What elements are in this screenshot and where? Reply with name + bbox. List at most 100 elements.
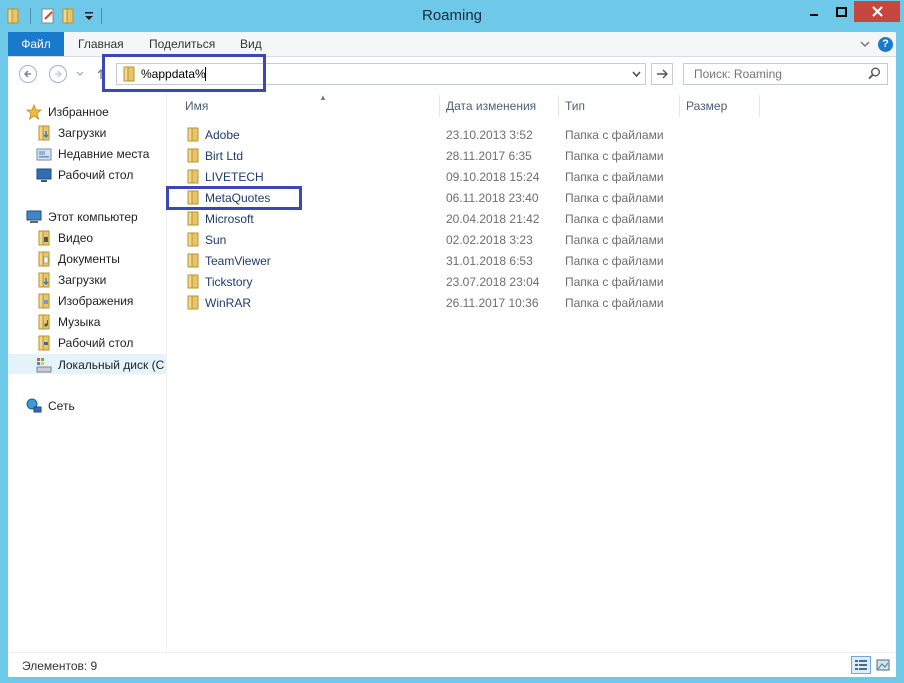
computer-icon: [26, 209, 42, 225]
file-date: 09.10.2018 15:24: [446, 170, 540, 184]
column-header-label: Тип: [565, 99, 586, 113]
file-type: Папка с файлами: [565, 275, 664, 289]
table-row[interactable]: WinRAR 26.11.2017 10:36 Папка с файлами: [167, 292, 727, 313]
file-name: Tickstory: [205, 275, 253, 289]
sidebar-item-network[interactable]: Сеть: [26, 396, 75, 416]
sidebar-item-music[interactable]: Музыка: [36, 312, 100, 332]
file-date: 20.04.2018 21:42: [446, 212, 540, 226]
folder-icon: [185, 253, 201, 271]
downloads-folder-icon: [36, 272, 52, 288]
file-date: 28.11.2017 6:35: [446, 149, 532, 163]
sort-arrow-icon: ▲: [319, 93, 327, 102]
column-header-label: Размер: [686, 99, 728, 113]
column-header-name[interactable]: Имя ▲: [179, 93, 440, 117]
go-arrow-button[interactable]: [651, 63, 673, 85]
sidebar-item-this-pc[interactable]: Этот компьютер: [26, 207, 138, 227]
sidebar-item-favorites[interactable]: Избранное: [26, 102, 109, 122]
file-name: Birt Ltd: [205, 149, 244, 163]
column-header-label: Дата изменения: [446, 99, 537, 113]
minimize-button[interactable]: [800, 1, 828, 22]
sidebar-item-label: Этот компьютер: [48, 210, 138, 224]
sidebar-item-label: Недавние места: [58, 147, 150, 161]
sidebar-item-videos[interactable]: Видео: [36, 228, 93, 248]
sidebar-item-label: Изображения: [58, 294, 134, 308]
folder-icon: [185, 274, 201, 292]
sidebar-item-label: Сеть: [48, 399, 75, 413]
folder-icon: [185, 169, 201, 187]
table-row[interactable]: Adobe 23.10.2013 3:52 Папка с файлами: [167, 124, 727, 145]
column-header-size[interactable]: Размер: [680, 95, 760, 117]
table-row[interactable]: Birt Ltd 28.11.2017 6:35 Папка с файлами: [167, 145, 727, 166]
file-date: 06.11.2018 23:40: [446, 191, 539, 205]
file-type: Папка с файлами: [565, 149, 664, 163]
table-row[interactable]: LIVETECH 09.10.2018 15:24 Папка с файлам…: [167, 166, 727, 187]
folder-icon: [185, 295, 201, 313]
sidebar-item-recent-places[interactable]: Недавние места: [36, 144, 149, 164]
recent-locations-icon[interactable]: [74, 65, 86, 83]
file-name: Sun: [205, 233, 227, 247]
sidebar-item-label: Загрузки: [58, 126, 107, 140]
file-date: 02.02.2018 3:23: [446, 233, 533, 247]
sidebar-item-label: Локальный диск (C: [58, 357, 165, 372]
address-dropdown-icon[interactable]: [632, 67, 641, 83]
sidebar-item-label: Документы: [58, 252, 120, 266]
back-button[interactable]: [19, 65, 37, 83]
file-type: Папка с файлами: [565, 170, 664, 184]
file-name: Microsoft: [205, 212, 254, 226]
details-view-icon[interactable]: [851, 656, 871, 674]
maximize-button[interactable]: [828, 1, 854, 22]
search-box[interactable]: [683, 63, 888, 85]
file-type: Папка с файлами: [565, 128, 664, 142]
file-type: Папка с файлами: [565, 212, 664, 226]
star-icon: [26, 104, 42, 120]
status-bar: Элементов: 9: [8, 652, 896, 677]
metaquotes-highlight-box: [166, 186, 302, 210]
table-row[interactable]: TeamViewer 31.01.2018 6:53 Папка с файла…: [167, 250, 727, 271]
search-input[interactable]: [692, 66, 866, 82]
file-name: WinRAR: [205, 296, 252, 310]
documents-folder-icon: [36, 251, 52, 267]
file-type: Папка с файлами: [565, 254, 664, 268]
search-icon[interactable]: [868, 67, 881, 83]
close-button[interactable]: [854, 1, 900, 22]
sidebar-item-documents[interactable]: Документы: [36, 249, 120, 269]
help-icon[interactable]: ?: [878, 36, 893, 52]
sidebar-item-local-disk[interactable]: Локальный диск (C: [8, 354, 166, 374]
address-highlight-box: [102, 54, 266, 92]
folder-icon: [185, 232, 201, 250]
tab-file[interactable]: Файл: [8, 32, 64, 56]
local-disk-icon: [36, 357, 52, 373]
videos-folder-icon: [36, 230, 52, 246]
column-header-type[interactable]: Тип: [559, 95, 680, 117]
file-type: Папка с файлами: [565, 191, 664, 205]
large-icons-view-icon[interactable]: [873, 656, 893, 674]
sidebar-item-downloads[interactable]: Загрузки: [36, 123, 106, 143]
sidebar-item-desktop[interactable]: Рабочий стол: [36, 165, 133, 185]
file-list: Имя ▲ Дата изменения Тип Размер Adobe 23…: [167, 93, 896, 652]
item-count: Элементов: 9: [22, 659, 98, 673]
sidebar-item-label: Рабочий стол: [58, 336, 134, 350]
file-name: Adobe: [205, 128, 240, 142]
tab-share[interactable]: Поделиться: [149, 32, 215, 56]
sidebar-item-label: Музыка: [58, 315, 101, 329]
file-date: 26.11.2017 10:36: [446, 296, 539, 310]
tab-view[interactable]: Вид: [240, 32, 262, 56]
forward-button[interactable]: [49, 65, 67, 83]
file-date: 31.01.2018 6:53: [446, 254, 533, 268]
downloads-folder-icon: [36, 125, 52, 141]
sidebar-item-label: Рабочий стол: [58, 168, 134, 182]
table-row[interactable]: Sun 02.02.2018 3:23 Папка с файлами: [167, 229, 727, 250]
sidebar-item-downloads-pc[interactable]: Загрузки: [36, 270, 106, 290]
column-header-date[interactable]: Дата изменения: [440, 95, 559, 117]
table-row[interactable]: Microsoft 20.04.2018 21:42 Папка с файла…: [167, 208, 727, 229]
tab-home[interactable]: Главная: [78, 32, 124, 56]
sidebar-item-desktop-pc[interactable]: Рабочий стол: [36, 333, 133, 353]
sidebar-item-pictures[interactable]: Изображения: [36, 291, 133, 311]
expand-ribbon-icon[interactable]: [860, 36, 870, 52]
explorer-window: Roaming Файл Главная Поделиться Вид ? %a…: [0, 0, 904, 683]
file-name: LIVETECH: [205, 170, 264, 184]
title-bar: Roaming: [0, 0, 904, 32]
file-type: Папка с файлами: [565, 233, 664, 247]
window-title: Roaming: [421, 7, 483, 24]
table-row[interactable]: Tickstory 23.07.2018 23:04 Папка с файла…: [167, 271, 727, 292]
